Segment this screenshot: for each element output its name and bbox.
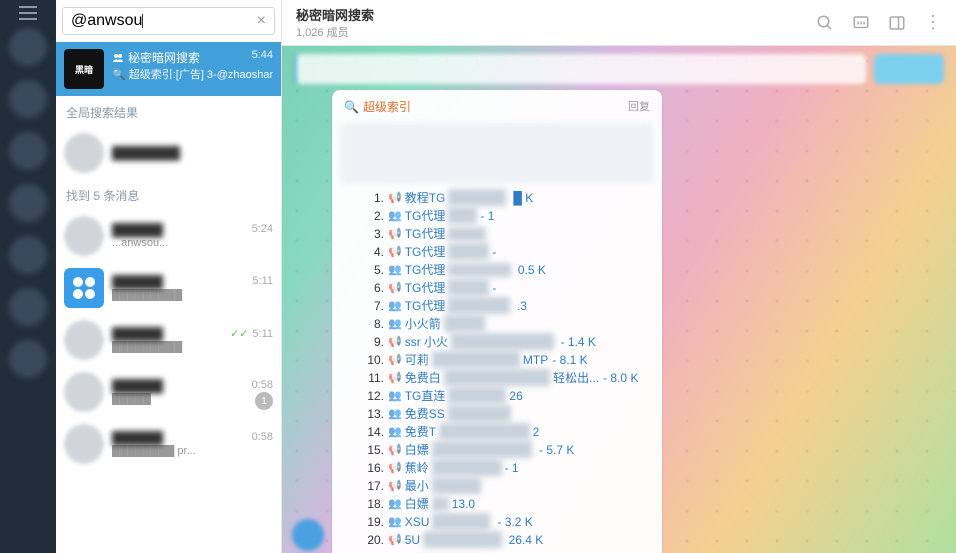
search-result-item[interactable]: ██████ ✓✓5:11 █████████ [56,314,281,366]
rail-avatar[interactable] [9,184,47,222]
list-item[interactable]: 11.📢免费白██汤 VP██代理██轻松出... - 8.0 K [362,369,648,386]
search-result-item[interactable]: ██████ 0:58 █████ 1 [56,366,281,418]
result-avatar [64,320,104,360]
main-area: 秘密暗网搜索 1,026 成员 ⋮ 🔍 超级索引 回复 1.� [282,0,956,553]
list-item[interactable]: 13.👥免费SS█NTG██享 [362,405,648,422]
chat-members: 1,026 成员 [296,24,374,40]
list-item[interactable]: 4.📢TG代理██分享 - [362,243,648,260]
list-item[interactable]: 20.📢5U██供██担保█26.4 K [362,531,648,548]
pinned-message[interactable] [294,54,866,84]
result-avatar [64,372,104,412]
result-avatar [64,424,104,464]
list-item[interactable]: 18.👥白嫖██13.0 [362,495,648,512]
chat-name: 秘密暗网搜索 [112,49,200,66]
reply-label[interactable]: 回复 [628,98,650,115]
result-avatar [64,133,104,173]
chat-thumbnail: 黑暗 [64,49,104,89]
pinned-bar[interactable] [294,54,944,84]
list-item[interactable]: 3.📢TG代理██ - 8. [362,225,648,242]
more-icon[interactable]: ⋮ [924,12,942,33]
search-icon[interactable] [816,14,834,32]
group-icon [112,52,124,64]
message-bubble: 🔍 超级索引 回复 1.📢教程TG██免费███ K2.👥TG代理██群 - 1… [332,90,662,553]
search-result-item[interactable]: ██████ 5:11 █████████ [56,262,281,314]
search-input-wrap[interactable]: @anwsou × [62,7,275,35]
selected-chat-item[interactable]: 黑暗 秘密暗网搜索 5:44 🔍 超级索引:[广告] 3-@zhaoshan..… [56,42,281,96]
comments-icon[interactable] [852,14,870,32]
chat-header: 秘密暗网搜索 1,026 成员 ⋮ [282,0,956,46]
list-item[interactable]: 1.📢教程TG██免费███ K [362,189,648,206]
message-list: 1.📢教程TG██免费███ K2.👥TG代理██群 - 13.📢TG代理██ … [362,189,648,548]
list-item[interactable]: 19.👥XSU██线小██ - 3.2 K [362,513,648,530]
section-found-messages: 找到 5 条消息 [56,179,281,210]
list-item[interactable]: 17.📢最小██福利█ [362,477,648,494]
rail-avatar[interactable] [9,340,47,378]
list-item[interactable]: 7.👥TG代理██免费分█.3 [362,297,648,314]
list-item[interactable]: 15.📢白嫖██免费分██srv..█ - 5.7 K [362,441,648,458]
search-result-item[interactable]: ████████ [56,127,281,179]
menu-icon[interactable] [19,12,37,14]
list-item[interactable]: 10.📢可莉███提██TG██MTP - 8.1 K [362,351,648,368]
sidebar: @anwsou × 黑暗 秘密暗网搜索 5:44 🔍 超级索引:[广告] 3-@… [56,0,282,553]
next-sender-avatar[interactable] [292,519,324,551]
rail-avatar[interactable] [9,236,47,274]
message-sender[interactable]: 🔍 超级索引 [344,98,411,115]
list-item[interactable]: 6.📢TG代理██节点 - [362,279,648,296]
rail-avatar[interactable] [9,80,47,118]
search-result-item[interactable]: ██████ 5:24 ...anwsou... [56,210,281,262]
chat-title[interactable]: 秘密暗网搜索 [296,5,374,24]
left-rail [0,0,56,553]
result-avatar [64,268,104,308]
list-item[interactable]: 16.📢蕉岭██学 培███ - 1 [362,459,648,476]
chat-subtitle: 🔍 超级索引:[广告] 3-@zhaoshan... [112,66,273,82]
rail-avatar[interactable] [9,28,47,66]
message-media[interactable] [340,123,654,183]
unread-badge: 1 [255,392,273,410]
list-item[interactable]: 14.👥免费T██飞机██分享█2 [362,423,648,440]
list-item[interactable]: 5.👥TG代理█oto██ ██0.5 K [362,261,648,278]
search-value: @anwsou [71,12,142,30]
clear-search-icon[interactable]: × [257,12,266,30]
chat-background: 🔍 超级索引 回复 1.📢教程TG██免费███ K2.👥TG代理██群 - 1… [282,46,956,553]
list-item[interactable]: 2.👥TG代理██群 - 1 [362,207,648,224]
rail-avatar[interactable] [9,132,47,170]
search-result-item[interactable]: ██████ 0:58 ████████ pr... [56,418,281,470]
pinned-action[interactable] [874,54,944,84]
list-item[interactable]: 12.👥TG直连██交流██26 [362,387,648,404]
list-item[interactable]: 8.👥小火箭██代理 [362,315,648,332]
section-global-results: 全局搜索结果 [56,96,281,127]
rail-avatar[interactable] [9,288,47,326]
result-avatar [64,216,104,256]
chat-time: 5:44 [252,49,273,66]
sidepanel-icon[interactable] [888,14,906,32]
list-item[interactable]: 9.📢ssr 小火██免费节██代理█ - 1.4 K [362,333,648,350]
